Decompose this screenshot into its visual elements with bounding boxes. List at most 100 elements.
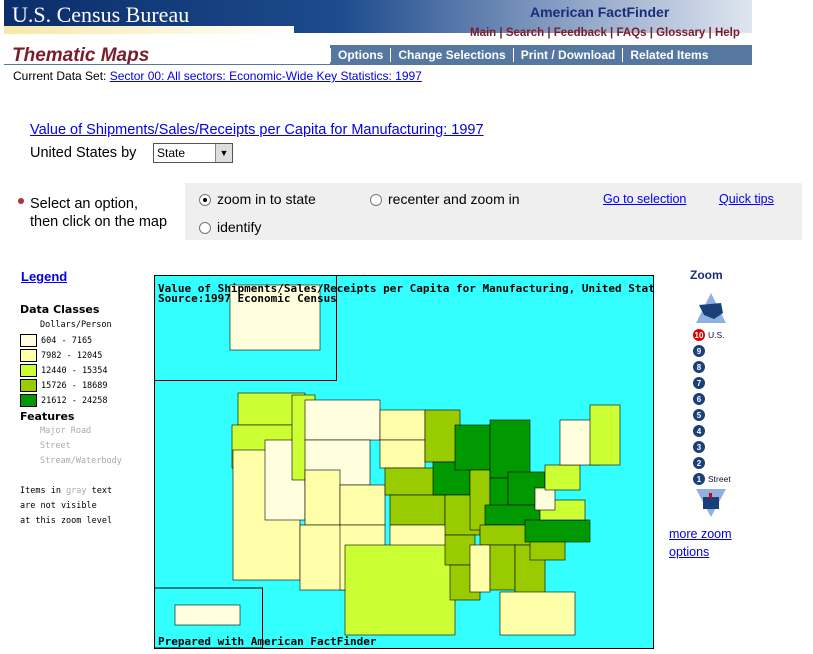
- option-prompt: Select an option, then click on the map: [30, 195, 167, 231]
- top-link-faqs[interactable]: FAQs: [616, 27, 646, 39]
- geo-label: United States by: [30, 145, 137, 161]
- map-title-link[interactable]: Value of Shipments/Sales/Receipts per Ca…: [30, 122, 484, 138]
- state-al[interactable]: [489, 544, 516, 591]
- state-tx[interactable]: [344, 544, 456, 636]
- feature-item: Street: [40, 441, 71, 451]
- chevron-down-icon[interactable]: ▼: [215, 144, 232, 162]
- zoom-level-1[interactable]: 1 Street: [693, 471, 731, 487]
- legend-swatch: [20, 349, 37, 362]
- state-wv[interactable]: [534, 487, 556, 511]
- dataset-label: Current Data Set:: [13, 69, 107, 83]
- zoom-level-icon[interactable]: 7: [693, 377, 705, 389]
- state-ut[interactable]: [304, 469, 341, 526]
- zoom-level-icon[interactable]: 2: [693, 457, 705, 469]
- state-ks[interactable]: [389, 494, 446, 526]
- top-link-main[interactable]: Main: [470, 27, 496, 39]
- radio-identify[interactable]: identify: [199, 219, 261, 235]
- note-text: Items in: [20, 486, 67, 496]
- state-nd[interactable]: [379, 409, 426, 441]
- zoom-level-icon[interactable]: 1: [693, 473, 705, 485]
- zoom-level-10[interactable]: 10 U.S.: [693, 327, 731, 343]
- zoom-label: Street: [708, 474, 731, 484]
- geo-select[interactable]: State ▼: [153, 143, 233, 163]
- more-zoom-options[interactable]: more zoom options: [669, 525, 732, 561]
- divider: [4, 64, 752, 65]
- prompt-line: Select an option,: [30, 196, 139, 212]
- current-dataset: Current Data Set: Sector 00: All sectors…: [13, 69, 422, 83]
- legend-swatch: [20, 364, 37, 377]
- zoom-level-icon[interactable]: 5: [693, 409, 705, 421]
- options-panel: zoom in to state recenter and zoom in id…: [185, 183, 802, 240]
- top-links: Main | Search | Feedback | FAQs | Glossa…: [470, 27, 740, 39]
- state-sd[interactable]: [379, 439, 426, 469]
- data-classes-heading: Data Classes: [20, 303, 100, 316]
- note-text: text: [86, 486, 113, 496]
- more-zoom-link[interactable]: options: [669, 545, 709, 559]
- zoom-level-6[interactable]: 6: [693, 391, 731, 407]
- nav-item[interactable]: Print / Download: [512, 47, 623, 62]
- more-zoom-link[interactable]: more zoom: [669, 527, 732, 541]
- zoom-level-icon[interactable]: 10: [693, 329, 705, 341]
- state-co[interactable]: [339, 484, 386, 526]
- state-mt[interactable]: [304, 399, 381, 441]
- brand-logo: American FactFinder: [530, 4, 670, 20]
- state-ms[interactable]: [469, 544, 491, 593]
- zoom-level-5[interactable]: 5: [693, 407, 731, 423]
- zoom-level-7[interactable]: 7: [693, 375, 731, 391]
- go-to-selection-link[interactable]: Go to selection: [603, 192, 686, 206]
- prompt-line: then click on the map: [30, 214, 168, 230]
- top-link-search[interactable]: Search: [506, 27, 544, 39]
- quick-tips-link[interactable]: Quick tips: [719, 192, 774, 206]
- radio-icon[interactable]: [199, 222, 211, 235]
- zoom-level-icon[interactable]: 4: [693, 425, 705, 437]
- note-gray: gray: [66, 486, 87, 496]
- top-link-glossary[interactable]: Glossary: [656, 27, 705, 39]
- state-ne[interactable]: [384, 467, 436, 496]
- state-fl[interactable]: [499, 591, 576, 636]
- map-source: Source:1997 Economic Census: [158, 292, 337, 305]
- nav-item[interactable]: Related Items: [622, 47, 715, 62]
- radio-label: identify: [217, 219, 262, 235]
- nav-item[interactable]: Options: [330, 47, 390, 62]
- zoom-label: U.S.: [708, 330, 725, 340]
- zoom-title: Zoom: [690, 268, 723, 282]
- zoom-level-icon[interactable]: 9: [693, 345, 705, 357]
- zoom-level-9[interactable]: 9: [693, 343, 731, 359]
- legend-class-label: 7982 - 12045: [41, 351, 103, 361]
- map-footer: Prepared with American FactFinder: [158, 635, 377, 648]
- radio-zoom-in[interactable]: zoom in to state: [199, 191, 316, 207]
- zoom-in-street-icon[interactable]: [696, 489, 726, 517]
- state-wi[interactable]: [454, 424, 491, 471]
- zoom-level-icon[interactable]: 3: [693, 441, 705, 453]
- dataset-link[interactable]: Sector 00: All sectors: Economic-Wide Ke…: [110, 69, 422, 83]
- zoom-level-8[interactable]: 8: [693, 359, 731, 375]
- site-title: U.S. Census Bureau: [12, 2, 190, 27]
- zoom-out-us-icon[interactable]: [696, 293, 726, 323]
- zoom-level-2[interactable]: 2: [693, 455, 731, 471]
- nav-bar: Options Change Selections Print / Download…: [330, 45, 752, 64]
- geo-select-value: State: [157, 146, 186, 160]
- state-hi[interactable]: [174, 604, 241, 626]
- nav-item[interactable]: Change Selections: [390, 47, 512, 62]
- state-pa[interactable]: [544, 464, 581, 491]
- zoom-level-3[interactable]: 3: [693, 439, 731, 455]
- legend-class: 21612 - 24258: [20, 394, 122, 409]
- radio-icon[interactable]: [370, 194, 382, 207]
- zoom-level-4[interactable]: 4: [693, 423, 731, 439]
- state-ne_us[interactable]: [589, 404, 621, 466]
- state-sc[interactable]: [529, 539, 566, 561]
- zoom-level-icon[interactable]: 8: [693, 361, 705, 373]
- note-text: at this zoom level: [20, 516, 113, 526]
- radio-recenter[interactable]: recenter and zoom in: [370, 191, 520, 207]
- thematic-map[interactable]: Value of Shipments/Sales/Receipts per Ca…: [154, 275, 654, 649]
- top-link-feedback[interactable]: Feedback: [554, 27, 607, 39]
- radio-icon[interactable]: [199, 194, 211, 207]
- legend-link[interactable]: Legend: [21, 269, 67, 284]
- legend-class-label: 15726 - 18689: [41, 381, 108, 391]
- zoom-level-icon[interactable]: 6: [693, 393, 705, 405]
- legend-class: 15726 - 18689: [20, 379, 122, 394]
- top-link-help[interactable]: Help: [715, 27, 740, 39]
- state-nc[interactable]: [524, 519, 591, 543]
- state-az[interactable]: [299, 524, 346, 591]
- state-mi[interactable]: [489, 419, 531, 479]
